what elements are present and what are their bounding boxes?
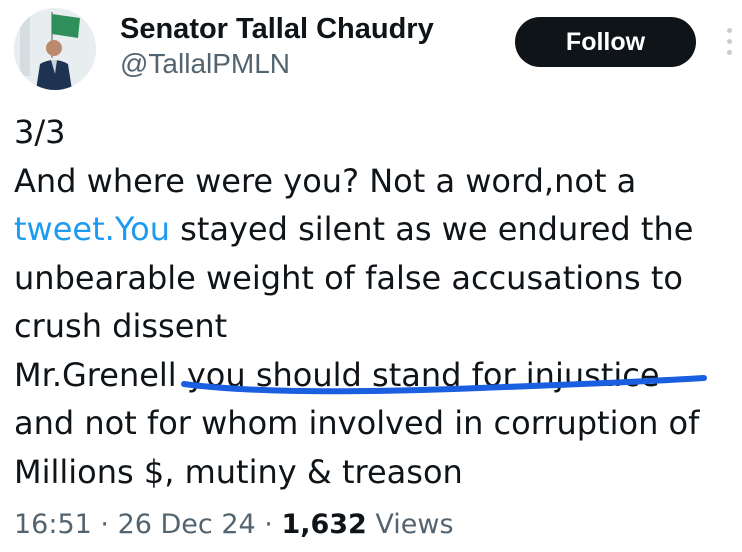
views-count[interactable]: 1,632 (281, 509, 366, 540)
tweet-date[interactable]: 26 Dec 24 (118, 509, 256, 540)
views-label: Views (366, 509, 454, 540)
tweet-line: and not for whom involved in corruption … (14, 404, 700, 442)
tweet-text: 3/3 And where were you? Not a word,not a… (14, 108, 738, 496)
author-handle[interactable]: @TallalPMLN (120, 47, 290, 81)
tweet-meta: 16:51 · 26 Dec 24 · 1,632 Views (14, 507, 454, 543)
tweet-line: 3/3 (14, 113, 66, 151)
tweet-line: Mr.Grenell you should stand for injustic… (14, 355, 660, 394)
tweet-line: And where were you? Not a word,not a (14, 161, 637, 200)
tweet-line: tweet.You stayed silent as we endured th… (14, 205, 738, 254)
separator: · (255, 509, 282, 540)
author-display-name[interactable]: Senator Tallal Chaudry (120, 12, 434, 46)
more-vertical-icon[interactable] (724, 28, 734, 62)
avatar[interactable] (14, 8, 96, 90)
follow-button[interactable]: Follow (515, 17, 696, 67)
separator: · (91, 509, 118, 540)
tweet-time[interactable]: 16:51 (14, 509, 92, 540)
tweet-line: Millions $, mutiny & treason (14, 452, 463, 491)
tweet-link[interactable]: tweet.You (14, 210, 170, 248)
tweet-line: crush dissent (14, 307, 228, 345)
tweet-line-rest: stayed silent as we endured the (169, 210, 694, 248)
tweet-line: unbearable weight of false accusations t… (14, 258, 683, 297)
